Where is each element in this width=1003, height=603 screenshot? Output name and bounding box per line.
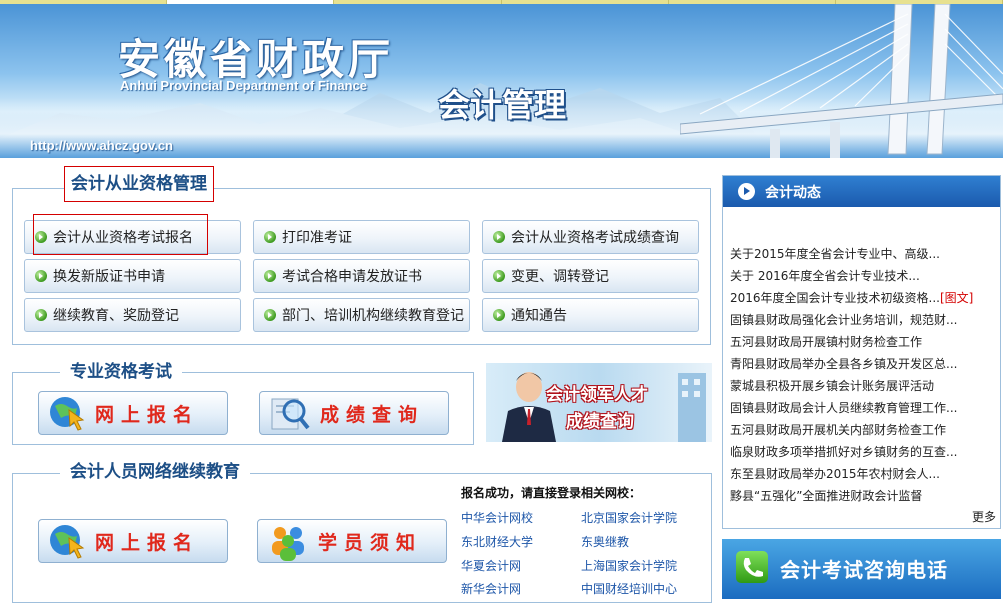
student-notice-button[interactable]: 学员须知 — [257, 519, 447, 563]
button-label: 考试合格申请发放证书 — [282, 269, 422, 285]
bridge-illustration — [680, 4, 1003, 158]
button-label: 成绩查询 — [320, 403, 425, 426]
green-arrow-icon — [264, 270, 276, 282]
news-item[interactable]: 固镇县财政局强化会计业务培训，规范财... — [730, 311, 957, 328]
building-image — [678, 373, 706, 442]
button-label: 网上报名 — [95, 403, 200, 426]
button-label: 部门、培训机构继续教育登记 — [282, 308, 464, 324]
globe-cursor-icon — [50, 397, 85, 431]
school-link[interactable]: 中国财经培训中心 — [581, 580, 677, 597]
school-link[interactable]: 中华会计网校 — [461, 509, 533, 526]
news-item-text: 固镇县财政局强化会计业务培训，规范财... — [730, 313, 958, 327]
green-arrow-icon — [35, 270, 47, 282]
news-item[interactable]: 固镇县财政局会计人员继续教育管理工作... — [730, 399, 957, 416]
notices-button[interactable]: 通知通告 — [482, 298, 699, 332]
news-item-tag: [图文] — [939, 291, 974, 305]
network-online-registration-button[interactable]: 网上报名 — [38, 519, 228, 563]
institution-education-registration-button[interactable]: 部门、培训机构继续教育登记 — [253, 298, 470, 332]
schools-heading: 报名成功，请直接登录相关网校： — [461, 486, 642, 500]
news-item-text: 五河县财政局开展机关内部财务检查工作 — [730, 423, 947, 437]
school-link[interactable]: 北京国家会计学院 — [581, 509, 677, 526]
green-arrow-icon — [264, 231, 276, 243]
button-label: 变更、调转登记 — [511, 269, 609, 285]
news-item-text: 临泉财政多项举措抓好对乡镇财务的互查... — [730, 445, 958, 459]
qual-exam-registration-button[interactable]: 会计从业资格考试报名 — [24, 220, 241, 254]
banner-subtitle: 会计管理 — [438, 86, 567, 124]
news-item[interactable]: 蒙城县积极开展乡镇会计账务展评活动 — [730, 377, 934, 394]
news-item-text: 青阳县财政局举办全县各乡镇及开发区总... — [730, 357, 958, 371]
professional-exam-title: 专业资格考试 — [60, 361, 182, 383]
news-item-text: 固镇县财政局会计人员继续教育管理工作... — [730, 401, 958, 415]
button-label: 换发新版证书申请 — [53, 269, 165, 285]
button-label: 学员须知 — [318, 531, 423, 554]
school-link[interactable]: 华夏会计网 — [461, 557, 521, 574]
news-item-text: 东至县财政局举办2015年农村财会人... — [730, 467, 940, 481]
qual-exam-score-query-button[interactable]: 会计从业资格考试成绩查询 — [482, 220, 699, 254]
professional-online-registration-button[interactable]: 网上报名 — [38, 391, 228, 435]
news-item-text: 关于 2016年度全省会计专业技术... — [730, 269, 920, 283]
news-item[interactable]: 东至县财政局举办2015年农村财会人... — [730, 465, 940, 482]
button-label: 通知通告 — [511, 308, 567, 324]
print-admission-ticket-button[interactable]: 打印准考证 — [253, 220, 470, 254]
news-item[interactable]: 关于 2016年度全省会计专业技术... — [730, 267, 920, 284]
news-item-text: 黟县“五强化”全面推进财政会计监督 — [730, 489, 923, 503]
news-item[interactable]: 青阳县财政局举办全县各乡镇及开发区总... — [730, 355, 957, 372]
more-news-link[interactable]: 更多 — [972, 508, 996, 525]
banner-url: http://www.ahcz.gov.cn — [30, 138, 173, 153]
green-arrow-icon — [493, 309, 505, 321]
green-arrow-icon — [264, 309, 276, 321]
header-banner: 安徽省财政厅 Anhui Provincial Department of Fi… — [0, 4, 1003, 158]
qualification-section-title: 会计从业资格管理 — [64, 166, 214, 202]
news-item[interactable]: 临泉财政多项举措抓好对乡镇财务的互查... — [730, 443, 957, 460]
exam-hotline-banner[interactable]: 会计考试咨询电话 — [722, 539, 1001, 599]
button-label: 继续教育、奖励登记 — [53, 308, 179, 324]
green-arrow-icon — [35, 309, 47, 321]
news-item-text: 2016年度全国会计专业技术初级资格... — [730, 291, 940, 305]
hotline-label: 会计考试咨询电话 — [780, 558, 948, 582]
ad-line2: 成绩查询 — [566, 412, 634, 432]
network-education-title: 会计人员网络继续教育 — [60, 461, 250, 483]
banner-english-title: Anhui Provincial Department of Finance — [120, 78, 368, 93]
users-group-icon — [272, 527, 304, 561]
news-item-text: 五河县财政局开展镇村财务检查工作 — [730, 335, 923, 349]
school-link[interactable]: 东北财经大学 — [461, 533, 533, 550]
button-label: 网上报名 — [95, 531, 200, 554]
certificate-issue-button[interactable]: 考试合格申请发放证书 — [253, 259, 470, 293]
news-panel: 会计动态 关于2015年度全省会计专业中、高级... 关于 2016年度全省会计… — [722, 175, 1001, 529]
news-item[interactable]: 黟县“五强化”全面推进财政会计监督 — [730, 487, 922, 504]
news-panel-header: 会计动态 — [723, 176, 1000, 207]
button-label: 会计从业资格考试报名 — [53, 230, 193, 246]
green-arrow-icon — [493, 270, 505, 282]
globe-cursor-icon — [50, 525, 85, 559]
school-link[interactable]: 新华会计网 — [461, 580, 521, 597]
news-item-text: 蒙城县积极开展乡镇会计账务展评活动 — [730, 379, 935, 393]
news-item[interactable]: 五河县财政局开展机关内部财务检查工作 — [730, 421, 946, 438]
news-panel-title: 会计动态 — [765, 185, 821, 201]
news-item[interactable]: 关于2015年度全省会计专业中、高级... — [730, 245, 940, 262]
button-label: 会计从业资格考试成绩查询 — [511, 230, 679, 246]
renew-certificate-button[interactable]: 换发新版证书申请 — [24, 259, 241, 293]
school-link[interactable]: 上海国家会计学院 — [581, 557, 677, 574]
green-arrow-icon — [493, 231, 505, 243]
news-item[interactable]: 2016年度全国会计专业技术初级资格...[图文] — [730, 289, 973, 306]
news-item-text: 关于2015年度全省会计专业中、高级... — [730, 247, 940, 261]
leading-talent-score-ad[interactable]: 会计领军人才 成绩查询 — [486, 363, 712, 442]
continuing-education-button[interactable]: 继续教育、奖励登记 — [24, 298, 241, 332]
green-arrow-icon — [35, 231, 47, 243]
magnifier-icon — [271, 398, 310, 430]
ad-line1: 会计领军人才 — [546, 385, 648, 405]
phone-icon — [736, 551, 768, 583]
arrow-right-icon — [738, 183, 755, 200]
button-label: 打印准考证 — [282, 230, 352, 246]
change-transfer-button[interactable]: 变更、调转登记 — [482, 259, 699, 293]
school-link[interactable]: 东奥继教 — [581, 533, 629, 550]
professional-score-query-button[interactable]: 成绩查询 — [259, 391, 449, 435]
news-item[interactable]: 五河县财政局开展镇村财务检查工作 — [730, 333, 922, 350]
